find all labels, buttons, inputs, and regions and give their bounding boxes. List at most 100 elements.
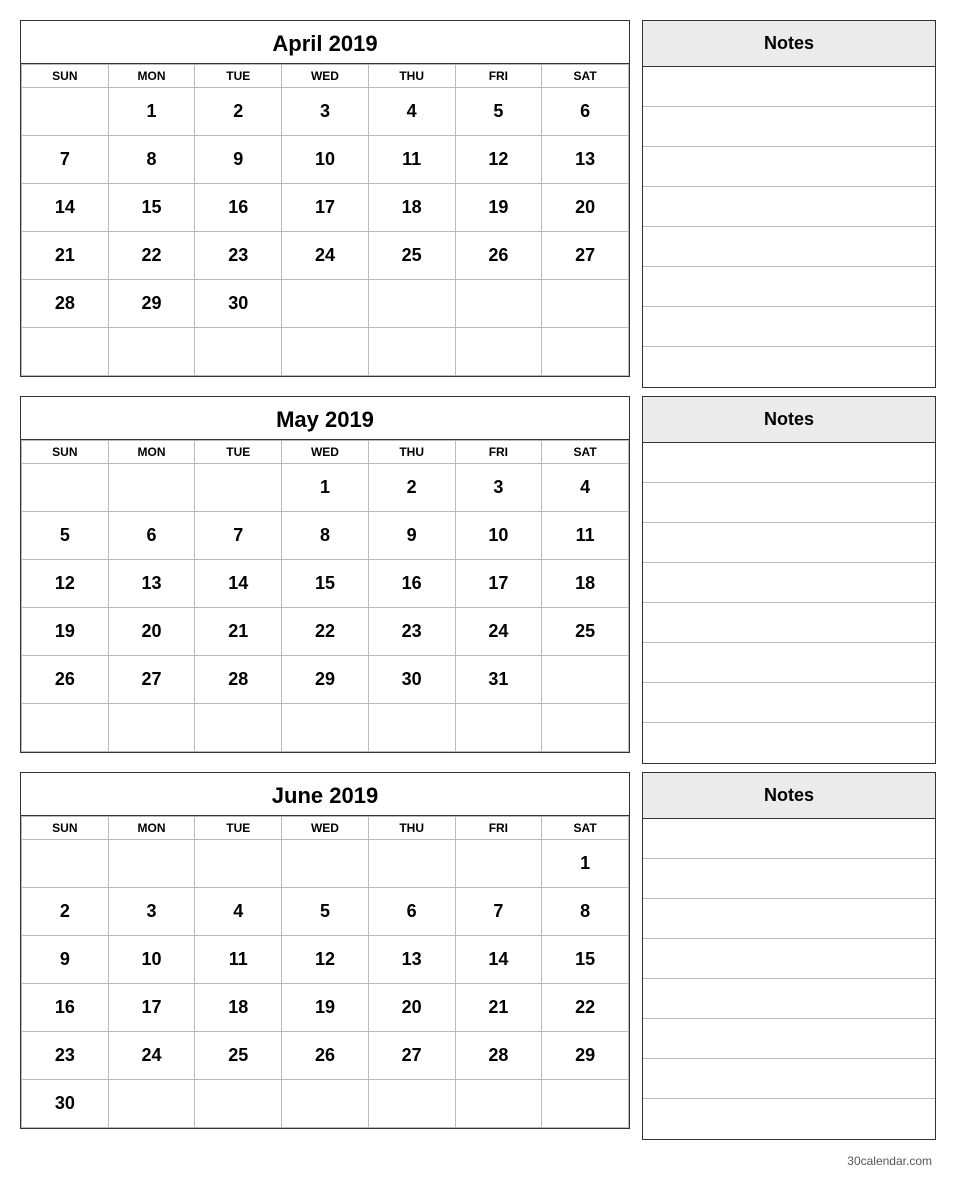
calendar-day-cell <box>368 1080 455 1128</box>
calendar-week-row: 21222324252627 <box>22 232 629 280</box>
notes-line <box>643 347 935 387</box>
month-row-2: May 2019SUNMONTUEWEDTHUFRISAT12345678910… <box>20 396 936 764</box>
notes-line <box>643 899 935 939</box>
calendar-day-cell: 5 <box>282 888 369 936</box>
calendar-3: June 2019SUNMONTUEWEDTHUFRISAT1234567891… <box>20 772 630 1129</box>
notes-line <box>643 483 935 523</box>
calendar-day-cell: 1 <box>542 840 629 888</box>
notes-line <box>643 307 935 347</box>
calendar-day-cell: 11 <box>195 936 282 984</box>
calendar-day-cell: 13 <box>368 936 455 984</box>
calendar-day-cell <box>195 328 282 376</box>
calendar-day-cell: 26 <box>282 1032 369 1080</box>
notes-line <box>643 683 935 723</box>
calendar-day-cell: 25 <box>195 1032 282 1080</box>
calendar-day-cell: 27 <box>108 656 195 704</box>
calendar-day-cell <box>22 464 109 512</box>
calendar-week-row: 262728293031 <box>22 656 629 704</box>
day-header-mon: MON <box>108 817 195 840</box>
day-header-thu: THU <box>368 817 455 840</box>
notes-line <box>643 147 935 187</box>
calendar-day-cell: 10 <box>108 936 195 984</box>
calendar-day-cell: 11 <box>368 136 455 184</box>
calendar-day-cell: 20 <box>368 984 455 1032</box>
calendar-day-cell: 27 <box>368 1032 455 1080</box>
calendar-day-cell: 20 <box>542 184 629 232</box>
calendar-day-cell: 29 <box>282 656 369 704</box>
day-header-sun: SUN <box>22 441 109 464</box>
month-row-1: April 2019SUNMONTUEWEDTHUFRISAT123456789… <box>20 20 936 388</box>
calendar-day-cell <box>542 704 629 752</box>
calendar-day-cell: 4 <box>542 464 629 512</box>
calendar-day-cell: 17 <box>455 560 542 608</box>
notes-line <box>643 67 935 107</box>
calendar-day-cell: 4 <box>368 88 455 136</box>
day-header-thu: THU <box>368 65 455 88</box>
calendar-day-cell: 13 <box>542 136 629 184</box>
calendar-week-row <box>22 704 629 752</box>
calendar-day-cell <box>455 328 542 376</box>
calendar-day-cell: 21 <box>195 608 282 656</box>
calendar-2: May 2019SUNMONTUEWEDTHUFRISAT12345678910… <box>20 396 630 753</box>
calendar-day-cell <box>195 1080 282 1128</box>
day-header-fri: FRI <box>455 65 542 88</box>
calendar-week-row: 1 <box>22 840 629 888</box>
calendar-day-cell <box>22 704 109 752</box>
notes-panel-1: Notes <box>642 20 936 388</box>
calendar-day-cell <box>542 656 629 704</box>
calendar-title-2: May 2019 <box>21 397 629 440</box>
notes-line <box>643 1059 935 1099</box>
calendar-day-cell: 28 <box>455 1032 542 1080</box>
calendar-day-cell <box>542 1080 629 1128</box>
calendar-day-cell <box>195 704 282 752</box>
day-header-tue: TUE <box>195 441 282 464</box>
calendar-day-cell <box>282 1080 369 1128</box>
calendar-day-cell: 23 <box>195 232 282 280</box>
calendar-title-3: June 2019 <box>21 773 629 816</box>
day-header-sun: SUN <box>22 817 109 840</box>
calendar-day-cell: 18 <box>368 184 455 232</box>
calendar-day-cell: 13 <box>108 560 195 608</box>
calendar-day-cell <box>368 840 455 888</box>
calendar-day-cell: 31 <box>455 656 542 704</box>
page-container: April 2019SUNMONTUEWEDTHUFRISAT123456789… <box>10 10 946 1150</box>
calendar-week-row: 12131415161718 <box>22 560 629 608</box>
calendar-week-row: 567891011 <box>22 512 629 560</box>
notes-line <box>643 1099 935 1139</box>
calendar-week-row: 23242526272829 <box>22 1032 629 1080</box>
calendar-day-cell <box>368 704 455 752</box>
calendar-day-cell: 2 <box>195 88 282 136</box>
calendar-day-cell <box>455 1080 542 1128</box>
calendar-day-cell <box>108 1080 195 1128</box>
calendar-day-cell: 11 <box>542 512 629 560</box>
notes-line <box>643 563 935 603</box>
calendar-day-cell: 7 <box>22 136 109 184</box>
calendar-day-cell: 14 <box>195 560 282 608</box>
calendar-day-cell: 29 <box>108 280 195 328</box>
calendar-day-cell <box>22 328 109 376</box>
calendar-day-cell: 22 <box>542 984 629 1032</box>
notes-header-3: Notes <box>643 773 935 819</box>
day-header-wed: WED <box>282 441 369 464</box>
calendar-week-row: 14151617181920 <box>22 184 629 232</box>
notes-line <box>643 859 935 899</box>
day-header-mon: MON <box>108 65 195 88</box>
calendar-day-cell: 3 <box>455 464 542 512</box>
calendar-day-cell <box>22 88 109 136</box>
calendar-week-row: 30 <box>22 1080 629 1128</box>
day-header-sun: SUN <box>22 65 109 88</box>
day-header-tue: TUE <box>195 817 282 840</box>
calendar-grid-2: SUNMONTUEWEDTHUFRISAT1234567891011121314… <box>21 440 629 752</box>
calendar-day-cell <box>195 464 282 512</box>
calendar-day-cell: 18 <box>195 984 282 1032</box>
calendar-day-cell: 8 <box>542 888 629 936</box>
calendar-day-cell: 12 <box>282 936 369 984</box>
calendar-day-cell: 29 <box>542 1032 629 1080</box>
notes-line <box>643 979 935 1019</box>
calendar-day-cell: 15 <box>542 936 629 984</box>
calendar-day-cell: 6 <box>368 888 455 936</box>
notes-line <box>643 267 935 307</box>
day-header-thu: THU <box>368 441 455 464</box>
calendar-day-cell: 17 <box>108 984 195 1032</box>
notes-line <box>643 187 935 227</box>
